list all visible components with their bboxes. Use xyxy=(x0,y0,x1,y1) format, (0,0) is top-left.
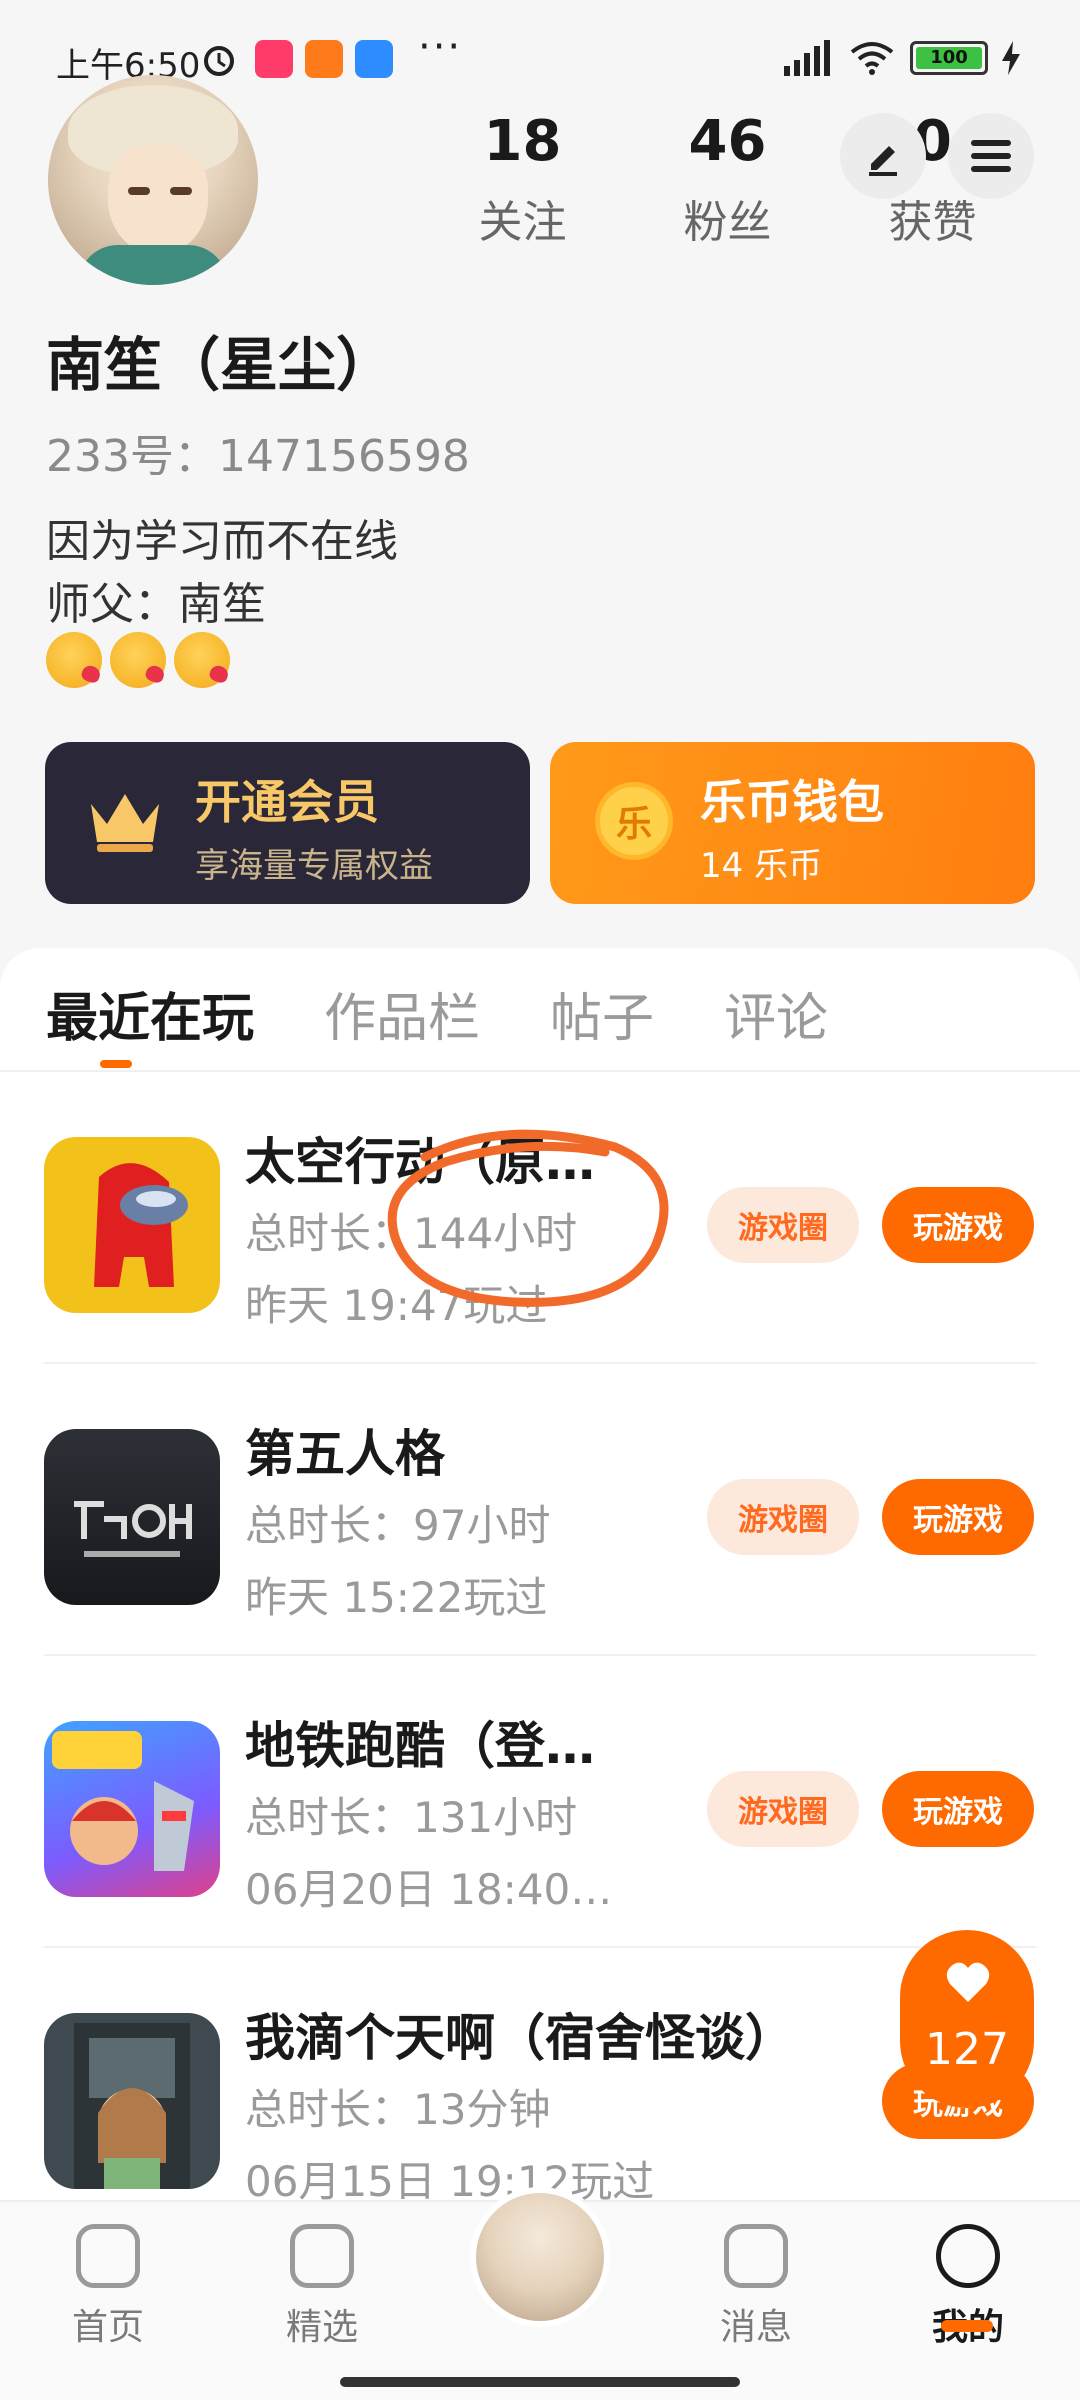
bottom-nav: 首页 精选 消息 我的 xyxy=(0,2187,1080,2400)
nav-home-label: 首页 xyxy=(71,2307,144,2348)
home-indicator xyxy=(340,2377,740,2387)
stat-fans-value: 46 xyxy=(688,109,767,174)
game-circle-button[interactable]: 游戏圈 xyxy=(707,1479,859,1555)
nav-messages[interactable]: 消息 xyxy=(676,2224,836,2350)
game-last-played: 昨天 15:22玩过 xyxy=(245,1573,548,1622)
stat-following-value: 18 xyxy=(483,109,562,174)
profile-bio-line2: 师父：南笙 xyxy=(46,579,266,630)
identity-v-game-icon xyxy=(44,1429,220,1605)
edit-profile-button[interactable] xyxy=(840,113,926,199)
like-count: 127 xyxy=(925,2024,1009,2075)
dorm-horror-game-icon xyxy=(44,2013,220,2189)
battery-level: 100 xyxy=(916,47,982,69)
star-bookmark-icon xyxy=(290,2224,354,2288)
alarm-icon xyxy=(200,40,238,78)
profile-uid[interactable]: 233号：147156598 xyxy=(46,420,470,484)
stat-fans-label: 粉丝 xyxy=(683,197,772,248)
nav-messages-label: 消息 xyxy=(719,2307,792,2348)
game-title: 我滴个天啊（宿舍怪谈） xyxy=(245,2009,795,2067)
among-us-game-icon xyxy=(44,1137,220,1313)
menu-icon xyxy=(971,140,1011,172)
game-circle-button[interactable]: 游戏圈 xyxy=(707,1771,859,1847)
vip-card-subtitle: 享海量专属权益 xyxy=(195,846,433,886)
tab-posts[interactable]: 帖子 xyxy=(550,976,654,1051)
play-game-button[interactable]: 玩游戏 xyxy=(882,1771,1034,1847)
active-nav-indicator xyxy=(941,2320,993,2332)
game-row[interactable]: 第五人格 总时长：97小时 昨天 15:22玩过 游戏圈 玩游戏 xyxy=(0,1364,1080,1656)
play-game-button[interactable]: 玩游戏 xyxy=(882,1187,1034,1263)
heart-icon xyxy=(946,1962,990,2002)
game-row[interactable]: 太空行动（原… 总时长：144小时 昨天 19:47玩过 游戏圈 玩游戏 xyxy=(0,1072,1080,1364)
stat-following-label: 关注 xyxy=(478,197,567,248)
smiley-face-icon xyxy=(936,2224,1000,2288)
floating-like-button[interactable]: 127 xyxy=(900,1930,1034,2108)
center-avatar-button[interactable] xyxy=(470,2187,610,2327)
battery-icon: 100 xyxy=(910,41,988,75)
game-row[interactable]: 地铁跑酷（登… 总时长：131小时 06月20日 18:40… 游戏圈 玩游戏 xyxy=(0,1656,1080,1948)
gamepad-icon xyxy=(76,2224,140,2288)
app-notification-icon xyxy=(255,40,293,78)
shop-notification-icon xyxy=(305,40,343,78)
subway-surfers-game-icon xyxy=(44,1721,220,1897)
profile-tabs: 最近在玩 作品栏 帖子 评论 xyxy=(46,976,828,1051)
tab-works[interactable]: 作品栏 xyxy=(324,976,480,1051)
game-title: 地铁跑酷（登… xyxy=(245,1717,595,1775)
profile-name: 南笙（星尘） xyxy=(46,331,395,399)
wallet-card[interactable]: 乐 乐币钱包 14 乐币 xyxy=(550,742,1035,904)
game-circle-button[interactable]: 游戏圈 xyxy=(707,1187,859,1263)
coin-icon: 乐 xyxy=(595,782,673,860)
kiss-emoji-icon xyxy=(110,632,166,688)
game-duration: 总时长：97小时 xyxy=(245,1501,551,1550)
tab-comments[interactable]: 评论 xyxy=(724,976,828,1051)
vip-card[interactable]: 开通会员 享海量专属权益 xyxy=(45,742,530,904)
game-duration: 总时长：131小时 xyxy=(245,1793,578,1842)
nav-featured[interactable]: 精选 xyxy=(242,2224,402,2350)
stat-fans[interactable]: 46 粉丝 xyxy=(625,110,830,250)
kiss-emoji-icon xyxy=(46,632,102,688)
chat-notification-icon xyxy=(355,40,393,78)
stat-following[interactable]: 18 关注 xyxy=(420,110,625,250)
chat-bubble-icon xyxy=(724,2224,788,2288)
tab-recent-played[interactable]: 最近在玩 xyxy=(46,976,254,1051)
profile-bio-line1: 因为学习而不在线 xyxy=(46,516,398,567)
more-notifications-icon: ··· xyxy=(418,24,463,70)
nav-home[interactable]: 首页 xyxy=(28,2224,188,2350)
profile-avatar[interactable] xyxy=(48,75,258,285)
status-right: 100 xyxy=(782,40,1020,76)
edit-icon xyxy=(869,146,897,176)
game-last-played: 06月20日 18:40… xyxy=(245,1865,613,1914)
charging-icon xyxy=(1002,41,1020,75)
hand-drawn-circle-annotation xyxy=(387,1129,669,1307)
wallet-balance: 14 乐币 xyxy=(700,846,823,886)
game-duration: 总时长：13分钟 xyxy=(245,2085,551,2134)
crown-icon xyxy=(91,794,159,852)
bio-emoji-row xyxy=(46,632,230,688)
kiss-emoji-icon xyxy=(174,632,230,688)
nav-featured-label: 精选 xyxy=(285,2307,358,2348)
play-game-button[interactable]: 玩游戏 xyxy=(882,1479,1034,1555)
profile-stats: 18 关注 46 粉丝 0 获赞 xyxy=(420,110,1035,250)
wallet-card-title: 乐币钱包 xyxy=(700,775,884,829)
vip-card-title: 开通会员 xyxy=(195,775,379,829)
active-tab-indicator xyxy=(100,1060,132,1068)
menu-button[interactable] xyxy=(948,113,1034,199)
game-title: 第五人格 xyxy=(245,1425,445,1483)
wifi-icon xyxy=(850,42,894,75)
signal-icon xyxy=(784,40,830,76)
